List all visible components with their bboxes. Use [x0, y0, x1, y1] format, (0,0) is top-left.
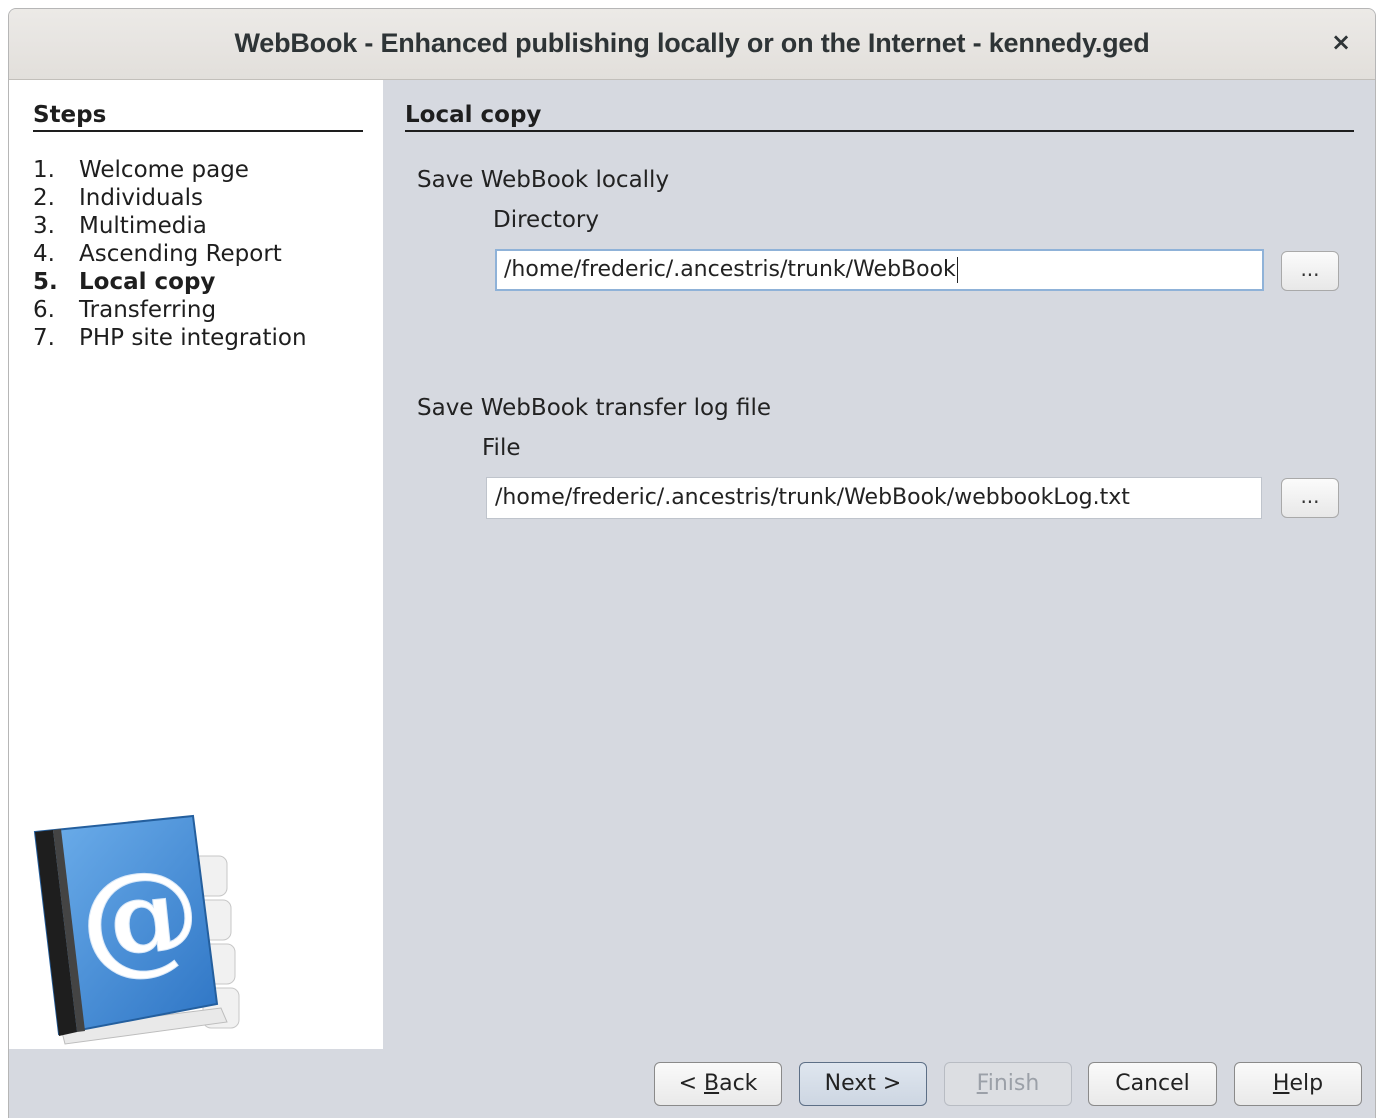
window-title: WebBook - Enhanced publishing locally or… [234, 28, 1150, 58]
back-button-label-pre: < [678, 1071, 704, 1096]
directory-input[interactable]: /home/frederic/.ancestris/trunk/WebBook [495, 249, 1264, 291]
browse-log-file-button[interactable]: ... [1281, 478, 1339, 518]
browse-directory-button[interactable]: ... [1281, 251, 1339, 291]
step-item-php-integration: 7. PHP site integration [33, 324, 307, 352]
step-label: Welcome page [79, 157, 249, 183]
wizard-window: WebBook - Enhanced publishing locally or… [8, 8, 1376, 1118]
help-button[interactable]: Help [1234, 1062, 1362, 1106]
step-label: Ascending Report [79, 241, 282, 267]
page-title: Local copy [405, 102, 1354, 132]
step-item-transferring: 6. Transferring [33, 296, 307, 324]
step-label: Multimedia [79, 213, 207, 239]
step-item-welcome: 1. Welcome page [33, 156, 307, 184]
steps-panel: Steps 1. Welcome page 2. Individuals 3. Mul… [9, 80, 383, 1049]
step-number: 4. [33, 241, 55, 267]
steps-title: Steps [33, 102, 363, 132]
step-item-individuals: 2. Individuals [33, 184, 307, 212]
step-item-local-copy: 5. Local copy [33, 268, 307, 296]
close-icon[interactable]: × [1327, 28, 1355, 56]
finish-button-mnemonic: F [976, 1071, 988, 1096]
step-item-ascending-report: 4. Ascending Report [33, 240, 307, 268]
step-number: 7. [33, 325, 55, 351]
back-button-mnemonic: B [704, 1071, 720, 1096]
step-number: 2. [33, 185, 55, 211]
cancel-button[interactable]: Cancel [1088, 1062, 1217, 1106]
save-locally-label: Save WebBook locally [417, 167, 670, 193]
directory-input-value: /home/frederic/.ancestris/trunk/WebBook [504, 257, 956, 282]
step-number: 6. [33, 297, 55, 323]
svg-text:@: @ [73, 840, 207, 993]
finish-button[interactable]: Finish [944, 1062, 1072, 1106]
title-bar: WebBook - Enhanced publishing locally or… [9, 9, 1375, 80]
back-button-label-post: ack [719, 1071, 758, 1096]
back-button[interactable]: < Back [654, 1062, 782, 1106]
step-label: Local copy [79, 269, 216, 295]
step-number: 3. [33, 213, 55, 239]
steps-list: 1. Welcome page 2. Individuals 3. Multimedi… [33, 156, 307, 352]
finish-button-label-post: inish [987, 1071, 1040, 1096]
help-button-label-post: elp [1289, 1071, 1324, 1096]
step-label: Transferring [79, 297, 217, 323]
log-file-input[interactable]: /home/frederic/.ancestris/trunk/WebBook/… [486, 477, 1262, 519]
step-number: 1. [33, 157, 55, 183]
help-button-mnemonic: H [1272, 1071, 1290, 1096]
save-log-label: Save WebBook transfer log file [417, 395, 772, 421]
next-button[interactable]: Next > [799, 1062, 927, 1106]
step-label: Individuals [79, 185, 203, 211]
step-number: 5. [33, 269, 58, 295]
directory-label: Directory [493, 207, 600, 233]
text-caret [956, 257, 958, 283]
step-label: PHP site integration [79, 325, 307, 351]
file-label: File [482, 435, 521, 461]
address-book-icon: @ [33, 814, 240, 1045]
step-item-multimedia: 3. Multimedia [33, 212, 307, 240]
